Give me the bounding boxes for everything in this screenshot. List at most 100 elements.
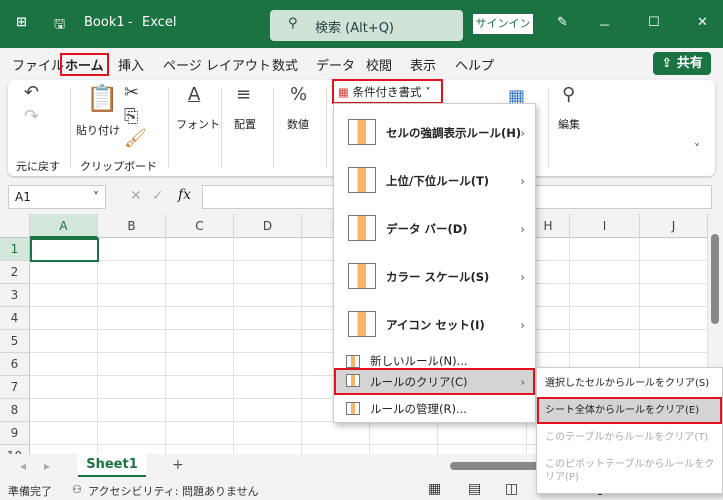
name-box-value: A1: [15, 190, 31, 204]
enter-icon[interactable]: ✓: [152, 188, 164, 204]
accessibility-icon: ⚇: [72, 483, 82, 496]
collapse-ribbon-icon[interactable]: ˅: [694, 142, 700, 156]
column-header[interactable]: J: [640, 214, 708, 238]
app-name: Excel: [142, 15, 177, 30]
tab-insert[interactable]: 挿入: [118, 55, 144, 74]
submenu-item-label: シート全体からルールをクリア(E): [545, 405, 700, 416]
page-layout-view-icon[interactable]: ▤: [468, 481, 481, 497]
menu-item[interactable]: カラー スケール(S) ›: [334, 253, 535, 301]
pen-icon[interactable]: ✎: [557, 15, 568, 30]
cond-format-icon: ▦: [338, 85, 353, 99]
row-header[interactable]: 1: [0, 238, 30, 261]
tab-page-layout[interactable]: ページ レイアウト: [163, 55, 271, 74]
tab-review[interactable]: 校閲: [366, 55, 392, 74]
active-cell[interactable]: [30, 238, 99, 262]
share-icon: ⇪: [661, 56, 677, 71]
submenu-item-label: このピボットテーブルからルールをクリア(P): [545, 459, 715, 483]
submenu-item-label: このテーブルからルールをクリア(T): [545, 432, 709, 443]
menu-item-label: セルの強調表示ルール(H): [386, 126, 522, 140]
horizontal-scrollbar[interactable]: [450, 462, 540, 470]
row-header[interactable]: 3: [0, 284, 30, 307]
tab-home[interactable]: ホーム: [60, 53, 109, 76]
row-header[interactable]: 5: [0, 330, 30, 353]
next-sheet-icon[interactable]: ▸: [44, 459, 50, 473]
tab-formulas[interactable]: 数式: [272, 55, 298, 74]
row-header[interactable]: 8: [0, 399, 30, 422]
submenu-item-label: 選択したセルからルールをクリア(S): [545, 378, 710, 389]
menu-item[interactable]: セルの強調表示ルール(H) ›: [334, 109, 535, 157]
edit-button[interactable]: 編集: [558, 116, 580, 132]
search-box[interactable]: ⚲ 検索 (Alt+Q): [270, 10, 463, 41]
submenu-item[interactable]: シート全体からルールをクリア(E): [537, 397, 722, 424]
column-header[interactable]: C: [166, 214, 234, 238]
paste-icon[interactable]: 📋: [86, 84, 118, 114]
column-header[interactable]: A: [30, 214, 98, 238]
menu-item[interactable]: 上位/下位ルール(T) ›: [334, 157, 535, 205]
tab-view[interactable]: 表示: [410, 55, 436, 74]
font-icon[interactable]: A: [188, 84, 200, 105]
percent-icon[interactable]: %: [290, 84, 307, 105]
accessibility-status[interactable]: アクセシビリティ: 問題ありません: [88, 483, 259, 499]
tab-data[interactable]: データ: [316, 55, 355, 74]
save-icon[interactable]: 🖫: [54, 15, 65, 37]
share-button[interactable]: ⇪ 共有: [653, 52, 711, 75]
tab-file[interactable]: ファイル: [12, 55, 64, 74]
page-break-view-icon[interactable]: ◫: [505, 481, 518, 497]
menu-item[interactable]: アイコン セット(I) ›: [334, 301, 535, 349]
sheet-tab-sheet1[interactable]: Sheet1: [78, 454, 146, 477]
paste-button[interactable]: 貼り付け: [76, 122, 120, 138]
menu-item-label: データ バー(D): [386, 222, 468, 236]
number-button[interactable]: 数値: [287, 116, 309, 132]
menu-item-label: ルールの管理(R)...: [370, 402, 467, 416]
copy-icon[interactable]: ⎘: [124, 106, 138, 127]
select-all[interactable]: [0, 214, 30, 238]
row-header[interactable]: 4: [0, 307, 30, 330]
column-header[interactable]: B: [98, 214, 166, 238]
redo-icon[interactable]: ↷: [24, 106, 39, 127]
signin-button[interactable]: サインイン: [473, 14, 533, 34]
conditional-format-button[interactable]: ▦ 条件付き書式 ˅: [332, 79, 443, 104]
doc-title: Book1: [84, 15, 125, 30]
cut-icon[interactable]: ✂: [124, 82, 139, 103]
tab-help[interactable]: ヘルプ: [455, 55, 494, 74]
title-bar: ⊞ 🖫 Book1 - Excel ⚲ 検索 (Alt+Q) サインイン ✎ － …: [0, 0, 723, 48]
rule-icon: [348, 119, 376, 145]
align-button[interactable]: 配置: [234, 116, 256, 132]
ribbon-tabs: ファイル ホーム 挿入 ページ レイアウト 数式 データ 校閲 表示 ヘルプ: [0, 48, 723, 78]
title-sep: -: [128, 15, 133, 30]
prev-sheet-icon[interactable]: ◂: [20, 459, 26, 473]
find-icon[interactable]: ⚲: [562, 84, 575, 105]
align-icon[interactable]: ≡: [236, 84, 251, 105]
normal-view-icon[interactable]: ▦: [428, 481, 441, 497]
submenu-item[interactable]: 選択したセルからルールをクリア(S): [537, 370, 722, 397]
row-header[interactable]: 7: [0, 376, 30, 399]
minimize-button[interactable]: －: [598, 15, 611, 34]
close-button[interactable]: ✕: [697, 15, 708, 30]
rule-icon: [348, 167, 376, 193]
format-painter-icon[interactable]: 🖌: [124, 128, 147, 149]
divider: [273, 88, 274, 168]
menu-item-label: 上位/下位ルール(T): [386, 174, 490, 188]
status-ready: 準備完了: [8, 485, 52, 498]
menu-item[interactable]: ルールのクリア(C) ›: [334, 368, 535, 395]
menu-item[interactable]: ルールの管理(R)...: [334, 396, 535, 422]
row-header[interactable]: 6: [0, 353, 30, 376]
menu-item-label: ルールのクリア(C): [370, 374, 468, 389]
column-header[interactable]: I: [570, 214, 640, 238]
row-header[interactable]: 9: [0, 422, 30, 445]
rule-icon: [348, 215, 376, 241]
rule-icon: [348, 263, 376, 289]
row-header[interactable]: 2: [0, 261, 30, 284]
font-button[interactable]: フォント: [176, 116, 220, 132]
insert-function-button[interactable]: fx: [178, 187, 191, 203]
name-box[interactable]: A1 ˅: [8, 185, 106, 209]
column-header[interactable]: D: [234, 214, 302, 238]
undo-icon[interactable]: ↶: [24, 82, 39, 103]
add-sheet-button[interactable]: +: [172, 457, 184, 473]
cancel-icon[interactable]: ✕: [130, 188, 142, 204]
menu-item[interactable]: データ バー(D) ›: [334, 205, 535, 253]
maximize-button[interactable]: ☐: [648, 15, 660, 30]
divider: [548, 88, 549, 168]
rule-icon: [348, 311, 376, 337]
menu-item-label: カラー スケール(S): [386, 270, 490, 284]
